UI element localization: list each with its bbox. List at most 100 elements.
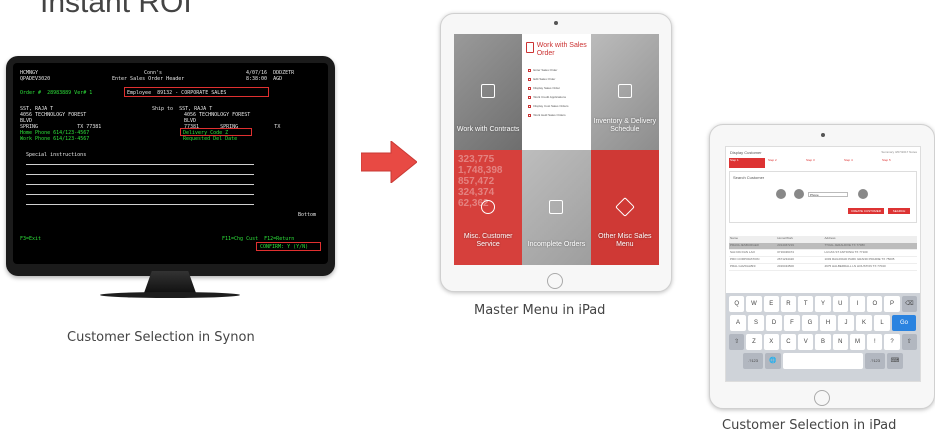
- key[interactable]: M: [849, 334, 866, 350]
- key[interactable]: F: [784, 315, 800, 331]
- key[interactable]: O: [867, 296, 883, 312]
- key[interactable]: ?: [884, 334, 900, 350]
- tile-label: Inventory & Delivery Schedule: [593, 117, 657, 133]
- column-header: Home/Work: [777, 236, 794, 240]
- tile-inventory-delivery-schedule[interactable]: Inventory & Delivery Schedule: [590, 34, 659, 150]
- key[interactable]: I: [849, 296, 866, 312]
- tile-other-misc-sales-menu[interactable]: Other Misc Sales Menu: [590, 149, 659, 265]
- tile-incomplete-orders[interactable]: Incomplete Orders: [522, 149, 591, 265]
- key[interactable]: C: [780, 334, 797, 350]
- key[interactable]: L: [874, 315, 890, 331]
- submenu-label: Edit Sales Order: [533, 77, 556, 81]
- shift-key[interactable]: ⇧: [901, 334, 917, 350]
- green-screen-terminal: HCMNGY Conn's 4/07/16 DDDZETR QPADEV3020…: [16, 66, 325, 261]
- cell: 2314467219: [777, 243, 794, 247]
- instructions-line[interactable]: [26, 194, 254, 195]
- key[interactable]: J: [838, 315, 854, 331]
- key[interactable]: W: [746, 296, 762, 312]
- bottom-indicator: Bottom: [298, 212, 317, 218]
- key[interactable]: R: [780, 296, 797, 312]
- option-circle[interactable]: [794, 189, 804, 199]
- submenu-item[interactable]: Work Held Sales Orders: [528, 113, 586, 117]
- service-icon: [481, 199, 496, 214]
- search-input[interactable]: Phone: [808, 192, 848, 197]
- backspace-key[interactable]: ⌫: [901, 296, 917, 312]
- f3-exit[interactable]: F3=Exit: [20, 236, 41, 242]
- instructions-line[interactable]: [26, 184, 254, 185]
- key[interactable]: S: [748, 315, 764, 331]
- instructions-line[interactable]: [26, 174, 254, 175]
- cell: PRAVA JESBURGER: [730, 243, 759, 247]
- shift-key[interactable]: ⇧: [729, 334, 745, 350]
- option-circle[interactable]: [776, 189, 786, 199]
- tile-misc-customer-service[interactable]: 323,775 1,748,398 857,472 324,374 62,362…: [454, 149, 523, 265]
- submenu-label: Display Sales Order: [533, 86, 561, 90]
- keyboard-row: A S D F G H J K L Go: [729, 315, 917, 331]
- table-row[interactable]: PRAVA JESBURGER 2314467219 7TOAL JERALDI…: [729, 243, 917, 250]
- key[interactable]: V: [798, 334, 814, 350]
- sales-order-header: Work with Sales Order: [526, 42, 590, 58]
- key[interactable]: E: [763, 296, 779, 312]
- key[interactable]: G: [802, 315, 818, 331]
- key[interactable]: U: [832, 296, 848, 312]
- home-button[interactable]: [547, 273, 563, 289]
- key[interactable]: A: [730, 315, 746, 331]
- submenu-item[interactable]: Display Sales Order: [528, 86, 586, 90]
- tile-label: Other Misc Sales Menu: [598, 233, 652, 248]
- step-2[interactable]: Step 2: [767, 158, 803, 168]
- instructions-line[interactable]: [26, 204, 254, 205]
- right-arrow-icon: [361, 141, 417, 183]
- onscreen-keyboard: Q W E R T Y U I O P ⌫ A S D F G H J K L …: [726, 293, 920, 381]
- option-circle[interactable]: [858, 189, 868, 199]
- customer-table: Name Home/Work Address PRAVA JESBURGER 2…: [729, 236, 917, 271]
- page-title: Instant ROI: [40, 0, 192, 19]
- customer-ipad-caption: Customer Selection in iPad: [722, 418, 897, 433]
- screen-title: Display Customer: [730, 150, 762, 155]
- tile-work-with-sales-order[interactable]: Work with Sales Order Enter Sales Order …: [522, 34, 591, 150]
- go-key[interactable]: Go: [892, 315, 916, 331]
- create-customer-button[interactable]: CREATE CUSTOMER: [848, 208, 884, 214]
- key[interactable]: N: [832, 334, 848, 350]
- key[interactable]: D: [766, 315, 782, 331]
- key[interactable]: B: [815, 334, 831, 350]
- employee-field[interactable]: Employee 89132 - CORPORATE SALES: [127, 90, 226, 96]
- confirm-field[interactable]: CONFIRM: Y (Y/N): [260, 244, 308, 250]
- numbers-key[interactable]: .?123: [865, 353, 885, 369]
- sales-order-submenu: Enter Sales Order Edit Sales Order Displ…: [528, 68, 586, 122]
- step-1[interactable]: Step 1: [729, 158, 765, 168]
- table-row[interactable]: SALYAN FAN LAO 0716436474 LUCAS ST ANTIO…: [729, 250, 917, 257]
- step-bar: Step 1 Step 2 Step 3 Step 4 Step 5: [729, 158, 917, 168]
- submenu-item[interactable]: Enter Sales Order: [528, 68, 586, 72]
- key[interactable]: !: [867, 334, 883, 350]
- key[interactable]: P: [884, 296, 900, 312]
- table-row[interactable]: PRO CORPORATION 2671234420 1003 RAILROAD…: [729, 257, 917, 264]
- globe-icon[interactable]: 🌐: [765, 353, 781, 369]
- header-icons[interactable]: Summary 3/07/2017 Notes: [881, 150, 917, 154]
- key[interactable]: Q: [729, 296, 745, 312]
- column-header: Address: [824, 236, 836, 240]
- home-button[interactable]: [814, 390, 830, 406]
- master-menu-grid: Work with Contracts Work with Sales Orde…: [454, 34, 659, 265]
- step-3[interactable]: Step 3: [805, 158, 841, 168]
- step-5[interactable]: Step 5: [881, 158, 917, 168]
- key[interactable]: H: [820, 315, 836, 331]
- table-row[interactable]: PRAL GAVDALBNI 2016434500 4975 HALBERDAL…: [729, 264, 917, 271]
- step-4[interactable]: Step 4: [843, 158, 879, 168]
- key[interactable]: Z: [746, 334, 762, 350]
- instructions-line[interactable]: [26, 164, 254, 165]
- camera-icon: [554, 21, 558, 25]
- space-key[interactable]: [783, 353, 863, 369]
- search-button[interactable]: SEARCH: [888, 208, 910, 214]
- key[interactable]: X: [763, 334, 779, 350]
- checkbox-icon: [528, 68, 532, 72]
- keyboard-hide-icon[interactable]: ⌨: [887, 353, 903, 369]
- key[interactable]: Y: [815, 296, 831, 312]
- submenu-item[interactable]: Display Cust Sales Orders: [528, 104, 586, 108]
- tile-label: Incomplete Orders: [527, 241, 586, 248]
- tile-work-with-contracts[interactable]: Work with Contracts: [454, 34, 523, 150]
- numbers-key[interactable]: .?123: [743, 353, 763, 369]
- key[interactable]: K: [856, 315, 872, 331]
- submenu-item[interactable]: Work Credit Applications: [528, 95, 586, 99]
- submenu-item[interactable]: Edit Sales Order: [528, 77, 586, 81]
- key[interactable]: T: [798, 296, 814, 312]
